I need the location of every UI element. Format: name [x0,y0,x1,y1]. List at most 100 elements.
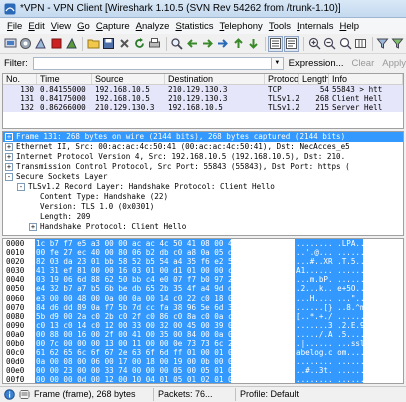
menu-tools[interactable]: Tools [266,21,294,32]
resize-columns-button[interactable] [353,36,367,52]
status-profile[interactable]: Profile: Default [236,388,318,401]
expression-button[interactable]: Expression... [289,58,344,69]
restart-icon [65,37,77,49]
column-header-info[interactable]: Info [329,74,403,84]
bytes-hex: 00 fe 27 ec 40 00 80 06 b2 db c0 a8 0a 0… [35,248,251,258]
menu-telephony[interactable]: Telephony [217,21,266,32]
options-button[interactable] [18,36,32,52]
open-file-button[interactable] [86,36,100,52]
print-button[interactable] [148,36,162,52]
packet-row[interactable]: 132 0.86266000 210.129.130.3 192.168.10.… [3,103,403,112]
arrow-right-icon [202,39,213,48]
interfaces-button[interactable] [3,36,17,52]
column-header-length[interactable]: Length [299,74,329,84]
clear-filter-button[interactable]: Clear [352,58,375,69]
bytes-row[interactable]: 0090 c0 13 c0 14 c0 12 00 33 00 32 00 45 … [3,320,403,330]
menu-go[interactable]: Go [74,21,93,32]
bytes-offset: 00e0 [6,366,25,376]
display-filters-button[interactable] [391,36,405,52]
stop-capture-button[interactable] [49,36,63,52]
toolbar-separator [371,36,373,51]
menu-file[interactable]: File [4,21,25,32]
bytes-hex: 61 62 65 6c 6f 67 2e 63 6f 6d ff 01 00 0… [35,348,251,358]
reload-button[interactable] [132,36,146,52]
zoom-normal-button[interactable] [338,36,352,52]
auto-scroll-button[interactable] [284,35,300,52]
menu-help[interactable]: Help [336,21,362,32]
bytes-row[interactable]: 00e0 00 00 23 00 00 33 74 00 00 00 05 00 … [3,366,403,376]
restart-capture-button[interactable] [64,36,78,52]
bytes-row[interactable]: 0060 e3 00 00 48 00 0a 00 0a 00 14 c0 22 … [3,293,403,303]
go-first-button[interactable] [231,36,245,52]
detail-tree-item[interactable]: + Ethernet II, Src: 00:ac:ac:4c:50:41 (0… [3,142,403,152]
bytes-row[interactable]: 0050 e4 32 b7 a7 b5 6b be db 65 2b 35 4f … [3,284,403,294]
bytes-row[interactable]: 0040 03 19 06 6d 88 62 50 bb c4 e0 07 f7 … [3,275,403,285]
detail-tree-item[interactable]: Content Type: Handshake (22) [3,192,403,202]
packet-row[interactable]: 130 0.84155000 192.168.10.5 210.129.130.… [3,85,403,94]
bytes-row[interactable]: 00a0 00 88 00 16 00 2f 00 41 00 35 00 84 … [3,329,403,340]
expand-toggle[interactable]: + [5,133,13,141]
save-file-button[interactable] [102,36,116,52]
apply-filter-button[interactable]: Apply [382,58,406,69]
detail-tree-item[interactable]: Version: TLS 1.0 (0x0301) [3,202,403,212]
bytes-row[interactable]: 0020 82 03 da 23 01 bb 58 52 b5 54 a4 35 … [3,257,403,267]
stop-icon [51,38,62,49]
bytes-row[interactable]: 00f0 00 00 00 0d 00 12 00 10 04 01 05 01 … [3,375,403,383]
bytes-row[interactable]: 0000 1c b7 f7 e5 a3 00 00 ac ac 4c 50 41 … [3,239,403,249]
detail-text: Internet Protocol Version 4, Src: 192.16… [16,152,346,161]
bytes-row[interactable]: 0030 41 31 ef 81 00 00 16 03 01 00 d1 01 … [3,266,403,276]
go-back-button[interactable] [185,36,199,52]
bytes-row[interactable]: 0080 5b d9 00 2a c0 2b c0 2f c0 86 c0 8a … [3,311,403,321]
column-header-no[interactable]: No. [3,74,37,84]
detail-tree-item[interactable]: + Handshake Protocol: Client Hello [3,222,403,232]
menu-statistics[interactable]: Statistics [172,21,216,32]
capture-comment-icon[interactable] [19,389,30,400]
capture-filters-button[interactable] [375,36,389,52]
packet-destination: 210.129.130.3 [168,94,228,103]
zoom-in-button[interactable] [307,36,321,52]
menu-analyze[interactable]: Analyze [133,21,173,32]
detail-tree-item[interactable]: + Transmission Control Protocol, Src Por… [3,162,403,172]
bytes-row[interactable]: 00b0 00 7c 00 00 00 13 00 11 00 00 0e 73 … [3,339,403,349]
menu-capture[interactable]: Capture [93,21,133,32]
go-to-packet-button[interactable] [216,36,230,52]
menu-edit[interactable]: Edit [25,21,47,32]
menu-internals[interactable]: Internals [294,21,336,32]
colorize-button[interactable] [268,35,284,52]
bytes-row[interactable]: 00c0 61 62 65 6c 6f 67 2e 63 6f 6d ff 01 … [3,348,403,358]
packet-row[interactable]: 131 0.84175000 192.168.10.5 210.129.130.… [3,94,403,103]
expand-toggle[interactable]: + [5,163,13,171]
detail-tree-item[interactable]: + Frame 131: 268 bytes on wire (2144 bit… [3,132,403,142]
expand-toggle[interactable]: - [17,183,25,191]
zoom-out-button[interactable] [323,36,337,52]
display-filter-input[interactable] [32,56,273,70]
expand-toggle[interactable]: + [5,143,13,151]
detail-text: Secure Sockets Layer [16,172,108,181]
expand-toggle[interactable]: + [5,153,13,161]
bytes-row[interactable]: 0070 84 d6 dd 89 0a f7 5b 7d cc fa 38 96 … [3,302,403,312]
column-header-time[interactable]: Time [37,74,92,84]
close-file-button[interactable] [117,36,131,52]
detail-tree-item[interactable]: - Secure Sockets Layer [3,172,403,182]
expand-toggle[interactable]: + [29,223,37,231]
column-header-protocol[interactable]: Protocol [265,74,299,84]
bytes-row[interactable]: 00d0 0a 00 08 00 06 00 17 00 18 00 19 00 … [3,357,403,367]
expert-info-icon[interactable] [4,389,15,400]
bytes-row[interactable]: 0010 00 fe 27 ec 40 00 80 06 b2 db c0 a8 … [3,248,403,258]
start-capture-button[interactable] [34,36,48,52]
reload-icon [135,38,144,48]
packet-length: 215 [315,103,329,112]
detail-tree-item[interactable]: - TLSv1.2 Record Layer: Handshake Protoc… [3,182,403,192]
detail-tree-item[interactable]: Length: 209 [3,212,403,222]
bytes-ascii: abelog.c om...... [295,348,374,358]
bytes-offset: 00a0 [6,329,25,339]
column-header-destination[interactable]: Destination [165,74,265,84]
column-header-source[interactable]: Source [92,74,165,84]
find-packet-button[interactable] [170,36,184,52]
detail-tree-item[interactable]: + Internet Protocol Version 4, Src: 192.… [3,152,403,162]
go-last-button[interactable] [246,36,260,52]
expand-toggle[interactable]: - [5,173,13,181]
filter-history-dropdown[interactable]: ▼ [272,56,284,70]
go-forward-button[interactable] [200,36,214,52]
menu-view[interactable]: View [48,21,74,32]
